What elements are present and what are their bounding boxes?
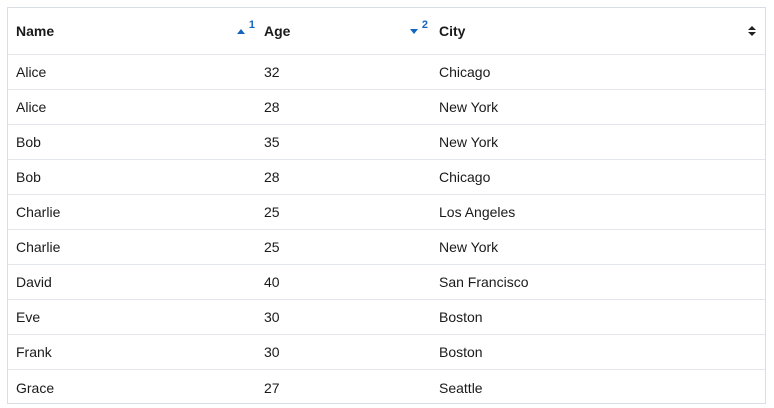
cell-city: Seattle <box>439 379 483 396</box>
column-header-label: City <box>439 23 466 39</box>
cell-city: New York <box>439 239 499 255</box>
cell-age: 28 <box>264 169 280 185</box>
cell-age: 25 <box>264 239 280 255</box>
sort-indicator <box>748 8 756 54</box>
cell-city: Boston <box>439 309 483 325</box>
cell-name: Charlie <box>16 204 61 220</box>
cell-name: Eve <box>16 309 41 325</box>
sort-indicator: 1 <box>236 8 255 54</box>
cell-name: Alice <box>16 64 47 80</box>
sort-unsorted-icon <box>748 26 756 36</box>
cell-age: 25 <box>264 204 280 220</box>
column-header-city[interactable]: City <box>431 8 765 54</box>
cell-age: 35 <box>264 134 280 150</box>
cell-city: New York <box>439 99 499 115</box>
cell-age: 30 <box>264 344 280 360</box>
cell-name: Alice <box>16 99 47 115</box>
sort-priority-badge: 2 <box>421 19 428 31</box>
cell-age: 32 <box>264 64 280 80</box>
table-row[interactable]: Charlie 25 Los Angeles <box>8 195 765 230</box>
cell-age: 27 <box>264 379 280 396</box>
sort-priority-badge: 1 <box>248 19 255 31</box>
sort-ascending-icon <box>236 28 245 34</box>
table-row[interactable]: Alice 32 Chicago <box>8 55 765 90</box>
table-row[interactable]: Eve 30 Boston <box>8 300 765 335</box>
table-row[interactable]: Alice 28 New York <box>8 90 765 125</box>
sort-descending-icon <box>409 28 418 34</box>
table-row[interactable]: Bob 28 Chicago <box>8 160 765 195</box>
table-body: Alice 32 Chicago Alice 28 New York Bob 35 New Yo… <box>8 55 765 405</box>
cell-name: Bob <box>16 134 41 150</box>
cell-name: David <box>16 274 52 290</box>
column-header-label: Name <box>16 23 55 39</box>
data-table: Name 1 Age 2 City Alice 32 Chicago Alice 28 N… <box>7 7 766 404</box>
cell-name: Charlie <box>16 239 61 255</box>
column-header-name[interactable]: Name 1 <box>8 8 256 54</box>
cell-age: 28 <box>264 99 280 115</box>
cell-city: Chicago <box>439 169 491 185</box>
table-header: Name 1 Age 2 City <box>8 8 765 55</box>
cell-city: San Francisco <box>439 274 529 290</box>
cell-city: Boston <box>439 344 483 360</box>
column-header-age[interactable]: Age 2 <box>256 8 431 54</box>
cell-name: Grace <box>16 379 55 396</box>
cell-name: Frank <box>16 344 52 360</box>
cell-city: Los Angeles <box>439 204 516 220</box>
table-row[interactable]: Bob 35 New York <box>8 125 765 160</box>
column-header-label: Age <box>264 23 291 39</box>
cell-age: 40 <box>264 274 280 290</box>
cell-age: 30 <box>264 309 280 325</box>
sort-indicator: 2 <box>409 8 428 54</box>
table-row[interactable]: Grace 27 Seattle <box>8 370 765 405</box>
cell-city: Chicago <box>439 64 491 80</box>
table-row[interactable]: David 40 San Francisco <box>8 265 765 300</box>
cell-city: New York <box>439 134 499 150</box>
table-row[interactable]: Frank 30 Boston <box>8 335 765 370</box>
table-row[interactable]: Charlie 25 New York <box>8 230 765 265</box>
cell-name: Bob <box>16 169 41 185</box>
